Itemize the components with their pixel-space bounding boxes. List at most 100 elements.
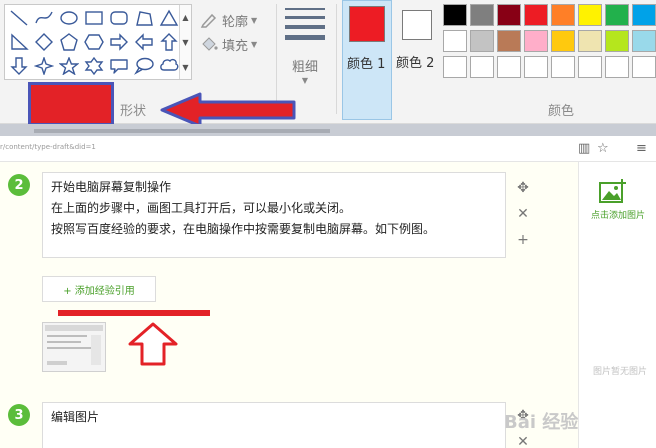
- experience-editor: 2 开始电脑屏幕复制操作 在上面的步骤中，画图工具打开后，可以最小化或关闭。 按…: [0, 162, 578, 448]
- rounded-callout-shape-icon[interactable]: [107, 55, 131, 77]
- palette-color-swatch[interactable]: [497, 4, 521, 26]
- thickest-line: [285, 35, 325, 40]
- close-icon[interactable]: ✕: [514, 434, 532, 448]
- right-arrow-shape-icon[interactable]: [107, 31, 131, 53]
- hexagon-shape-icon[interactable]: [82, 31, 106, 53]
- palette-color-swatch[interactable]: [470, 56, 494, 78]
- step-text-box[interactable]: 开始电脑屏幕复制操作 在上面的步骤中，画图工具打开后，可以最小化或关闭。 按照写…: [42, 172, 506, 258]
- thumbnail-preview-icon: [43, 323, 105, 371]
- step-line: 在上面的步骤中，画图工具打开后，可以最小化或关闭。: [51, 201, 352, 215]
- palette-color-swatch[interactable]: [605, 30, 629, 52]
- scrollbar-thumb[interactable]: [34, 129, 330, 133]
- scroll-down-icon[interactable]: ▼: [180, 30, 191, 54]
- scroll-up-icon[interactable]: ▲: [180, 5, 191, 29]
- reader-icon[interactable]: ▥: [578, 141, 590, 156]
- palette-color-swatch[interactable]: [497, 30, 521, 52]
- palette-color-swatch[interactable]: [578, 30, 602, 52]
- palette-color-swatch[interactable]: [497, 56, 521, 78]
- color1-button[interactable]: 颜色 1: [342, 0, 392, 120]
- line-shape-icon[interactable]: [7, 7, 31, 29]
- add-image-label[interactable]: 点击添加图片: [579, 208, 656, 221]
- shapes-group-label: 形状: [120, 104, 147, 119]
- step-line: 按照写百度经验的要求，在电脑操作中按需要复制电脑屏幕。如下例图。: [51, 222, 436, 236]
- color-palette: [443, 4, 656, 82]
- down-arrow-shape-icon[interactable]: [7, 55, 31, 77]
- paint-bucket-icon: [202, 37, 218, 51]
- move-icon[interactable]: ✥: [514, 180, 532, 196]
- size-tool[interactable]: 粗细 ▼: [283, 6, 327, 96]
- fill-tool[interactable]: 填充 ▼: [200, 34, 257, 54]
- up-arrow-annotation-icon: [128, 322, 178, 366]
- diamond-shape-icon[interactable]: [32, 31, 56, 53]
- oval-callout-shape-icon[interactable]: [132, 55, 156, 77]
- triangle-shape-icon[interactable]: [157, 7, 181, 29]
- step-line: 编辑图片: [51, 410, 100, 424]
- pentagon-shape-icon[interactable]: [57, 31, 81, 53]
- color1-label: 颜色 1: [347, 57, 386, 72]
- palette-color-swatch[interactable]: [551, 30, 575, 52]
- palette-color-swatch[interactable]: [443, 4, 467, 26]
- palette-color-swatch[interactable]: [551, 4, 575, 26]
- address-bar[interactable]: r/content/type-draft&did=1 ▥ ☆ ≡: [0, 136, 656, 162]
- url-text: r/content/type-draft&did=1: [0, 143, 96, 151]
- left-arrow-annotation-icon: [160, 92, 296, 128]
- palette-color-swatch[interactable]: [605, 56, 629, 78]
- image-side-panel: 点击添加图片 图片暂无图片: [578, 162, 656, 448]
- color2-swatch: [402, 10, 432, 40]
- cloud-callout-shape-icon[interactable]: [157, 55, 181, 77]
- six-point-star-shape-icon[interactable]: [82, 55, 106, 77]
- step-text-box[interactable]: 编辑图片: [42, 402, 506, 448]
- color2-button[interactable]: 颜色 2: [396, 0, 442, 120]
- five-point-star-shape-icon[interactable]: [57, 55, 81, 77]
- palette-color-swatch[interactable]: [605, 4, 629, 26]
- rounded-rectangle-shape-icon[interactable]: [107, 7, 131, 29]
- star-icon[interactable]: ☆: [597, 141, 609, 156]
- medium-line: [285, 16, 325, 19]
- palette-color-swatch[interactable]: [524, 4, 548, 26]
- color2-label: 颜色 2: [396, 56, 435, 71]
- pencil-icon: [200, 13, 217, 28]
- up-arrow-shape-icon[interactable]: [157, 31, 181, 53]
- palette-color-swatch[interactable]: [578, 4, 602, 26]
- curve-shape-icon[interactable]: [32, 7, 56, 29]
- add-icon[interactable]: +: [514, 232, 532, 248]
- thin-line: [285, 8, 325, 10]
- palette-color-swatch[interactable]: [632, 30, 656, 52]
- colors-group-label: 颜色: [548, 104, 575, 119]
- palette-color-swatch[interactable]: [524, 30, 548, 52]
- window-divider-bar: [0, 124, 656, 136]
- fill-label: 填充: [222, 38, 249, 54]
- red-highlight-box: [28, 82, 114, 126]
- oval-shape-icon[interactable]: [57, 7, 81, 29]
- polygon-shape-icon[interactable]: [132, 7, 156, 29]
- palette-color-swatch[interactable]: [470, 4, 494, 26]
- gallery-scrollbar[interactable]: ▲ ▼ ▼: [179, 5, 191, 79]
- screenshot-thumbnail[interactable]: [42, 322, 106, 372]
- palette-color-swatch[interactable]: [443, 30, 467, 52]
- left-arrow-shape-icon[interactable]: [132, 31, 156, 53]
- palette-color-swatch[interactable]: [443, 56, 467, 78]
- step-line: 开始电脑屏幕复制操作: [51, 180, 172, 194]
- gallery-expand-icon[interactable]: ▼: [180, 55, 191, 79]
- chevron-down-icon: ▼: [251, 15, 258, 25]
- outline-tool[interactable]: 轮廓 ▼: [200, 10, 257, 30]
- four-point-star-shape-icon[interactable]: [32, 55, 56, 77]
- palette-color-swatch[interactable]: [632, 56, 656, 78]
- palette-color-swatch[interactable]: [470, 30, 494, 52]
- size-label: 粗细: [291, 60, 318, 75]
- palette-color-swatch[interactable]: [632, 4, 656, 26]
- palette-color-swatch[interactable]: [578, 56, 602, 78]
- screenshot-root: ▲ ▼ ▼ 轮廓 ▼ 填充 ▼ 粗细 ▼ 颜色 1 颜色 2 形状 颜色 r/c…: [0, 0, 656, 448]
- palette-color-swatch[interactable]: [524, 56, 548, 78]
- chevron-down-icon: ▼: [301, 76, 309, 85]
- palette-color-swatch[interactable]: [551, 56, 575, 78]
- outline-label: 轮廓: [222, 14, 249, 30]
- right-triangle-shape-icon[interactable]: [7, 31, 31, 53]
- add-citation-button[interactable]: + 添加经验引用: [42, 276, 156, 302]
- shapes-gallery[interactable]: ▲ ▼ ▼: [4, 4, 192, 80]
- rectangle-shape-icon[interactable]: [82, 7, 106, 29]
- close-icon[interactable]: ✕: [514, 206, 532, 222]
- add-image-icon[interactable]: [599, 178, 627, 204]
- step-number-badge: 2: [8, 174, 30, 196]
- menu-icon[interactable]: ≡: [636, 141, 647, 156]
